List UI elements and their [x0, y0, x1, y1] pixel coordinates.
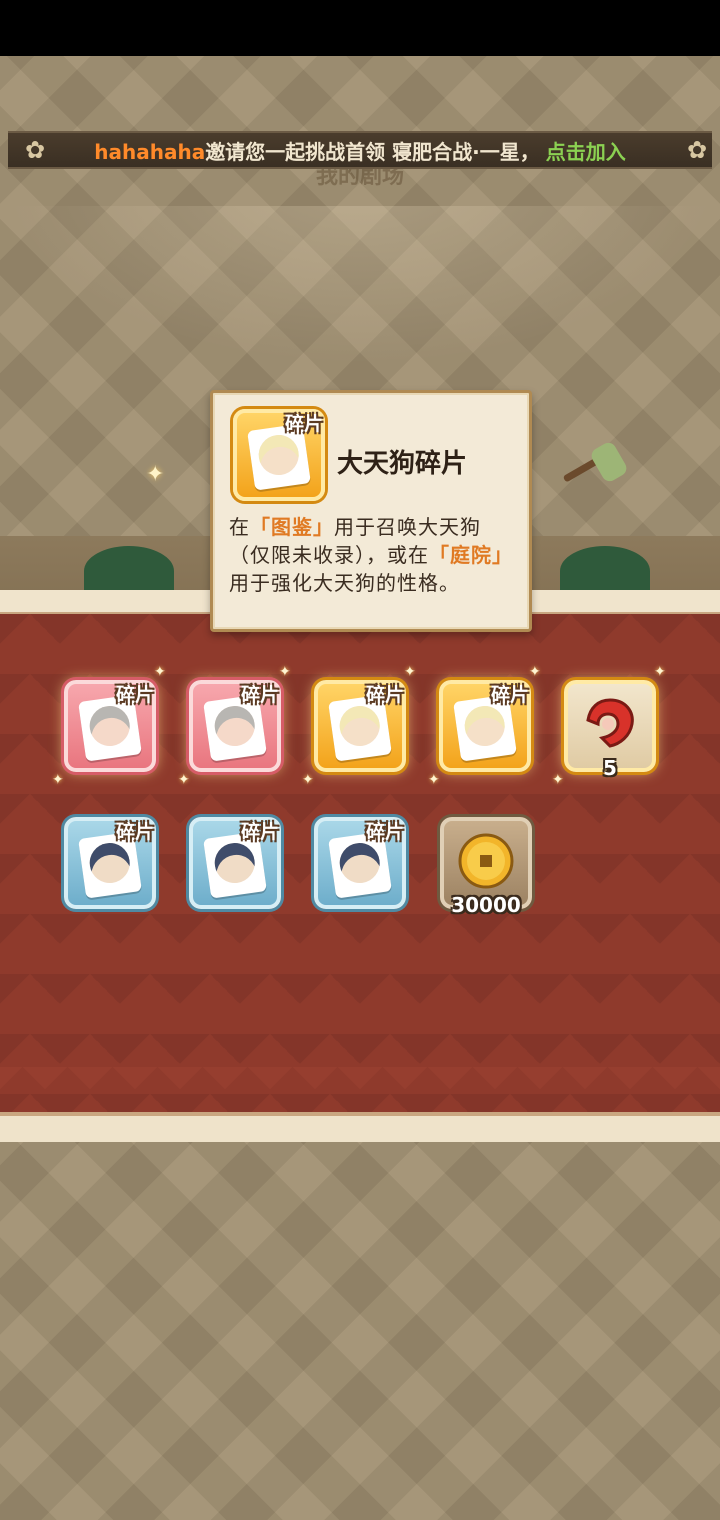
tooltip-item-icon: 碎片 — [233, 409, 325, 501]
player-name: hahahaha — [94, 139, 206, 164]
tooltip-description: 在「图鉴」用于召唤大天狗（仅限未收录），或在「庭院」用于强化大天狗的性格。 — [229, 513, 521, 597]
reward-magatama-item[interactable]: 5 — [564, 680, 656, 780]
flower-icon: ✿ — [24, 136, 46, 164]
reward-fragment-item[interactable]: 碎片 — [64, 680, 156, 772]
stage-curtain — [0, 206, 720, 366]
status-bar — [0, 0, 720, 56]
reward-fragment-item[interactable]: 碎片 — [189, 680, 281, 772]
tooltip-title: 大天狗碎片 — [337, 449, 468, 479]
sparkle-icon: ✦ — [154, 664, 166, 680]
stage-bush-left — [84, 546, 174, 596]
item-quantity: 30000 — [451, 893, 521, 917]
reward-coin-item[interactable]: 30000 — [440, 817, 532, 917]
invite-text: 邀请您一起挑战首领 寝肥合战·一星， — [205, 139, 540, 164]
sparkle-icon: ✦ — [404, 664, 416, 680]
sparkle-icon: ✦ — [178, 772, 190, 788]
fragment-label: 碎片 — [365, 684, 404, 706]
sparkle-icon: ✦ — [529, 664, 541, 680]
sparkle-icon: ✦ — [302, 772, 314, 788]
red-magatama-icon — [586, 698, 634, 748]
reward-fragment-item[interactable]: 碎片 — [64, 817, 156, 909]
stage-bush-right — [560, 546, 650, 596]
sparkle-icon: ✦ — [279, 664, 291, 680]
fragment-label: 碎片 — [115, 684, 154, 706]
desc-text: 在 — [229, 515, 250, 539]
item-tooltip: 碎片 大天狗碎片 在「图鉴」用于召唤大天狗（仅限未收录），或在「庭院」用于强化大… — [210, 390, 532, 632]
reward-fragment-item[interactable]: 碎片 — [439, 680, 531, 772]
join-link[interactable]: 点击加入 — [546, 140, 626, 164]
sparkle-icon: ✦ — [52, 772, 64, 788]
invite-message: hahahaha邀请您一起挑战首领 寝肥合战·一星， 点击加入 — [94, 136, 626, 165]
desc-text: 用于强化大天狗的性格。 — [229, 571, 460, 595]
fragment-label: 碎片 — [115, 821, 154, 843]
sparkle-icon: ✦ — [552, 772, 564, 788]
desc-highlight: 「图鉴」 — [250, 515, 334, 539]
reward-fragment-item[interactable]: 碎片 — [314, 817, 406, 909]
sparkle-icon: ✦ — [146, 462, 165, 487]
invite-banner[interactable]: ✿ hahahaha邀请您一起挑战首领 寝肥合战·一星， 点击加入 ✿ — [8, 131, 712, 169]
item-quantity: 5 — [603, 756, 617, 780]
reward-fragment-item[interactable]: 碎片 — [314, 680, 406, 772]
sparkle-icon: ✦ — [428, 772, 440, 788]
sparkle-icon: ✦ — [654, 664, 666, 680]
flower-icon: ✿ — [686, 136, 708, 164]
panel-bottom-trim — [0, 1112, 720, 1142]
fragment-label: 碎片 — [284, 413, 323, 435]
fragment-label: 碎片 — [490, 684, 529, 706]
gold-coin-icon — [458, 833, 514, 889]
fragment-label: 碎片 — [365, 821, 404, 843]
fragment-label: 碎片 — [240, 684, 279, 706]
desc-highlight: 「庭院」 — [429, 543, 513, 567]
fragment-label: 碎片 — [240, 821, 279, 843]
mallet-icon — [563, 442, 627, 482]
reward-fragment-item[interactable]: 碎片 — [189, 817, 281, 909]
